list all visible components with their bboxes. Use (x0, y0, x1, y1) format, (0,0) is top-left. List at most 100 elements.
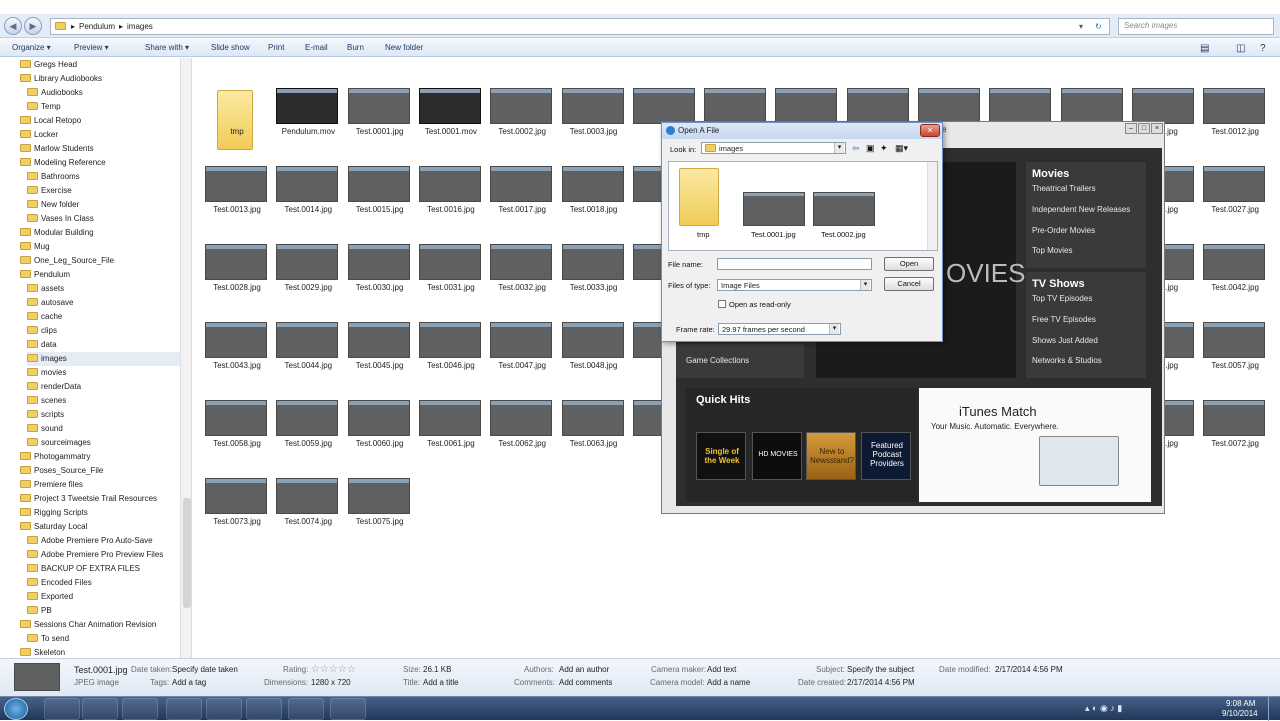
file-item[interactable]: Test.0016.jpg (416, 162, 486, 236)
authors-value[interactable]: Add an author (559, 665, 609, 674)
file-item[interactable]: Test.0014.jpg (273, 162, 343, 236)
clock-date[interactable]: 9/10/2014 (1222, 709, 1258, 718)
file-item[interactable]: Test.0062.jpg (487, 396, 557, 470)
date-taken-value[interactable]: Specify date taken (172, 665, 238, 674)
tree-item[interactable]: Marlow Students (20, 142, 180, 156)
movies-link[interactable]: Top Movies (1032, 246, 1072, 255)
file-item[interactable]: Test.0060.jpg (345, 396, 415, 470)
image-thumbnail[interactable] (743, 192, 805, 226)
file-item[interactable]: Test.0048.jpg (559, 318, 629, 392)
chrome-icon[interactable] (122, 698, 158, 720)
tree-item[interactable]: Adobe Premiere Pro Auto-Save (27, 534, 180, 548)
tree-item[interactable]: New folder (27, 198, 180, 212)
file-name-input[interactable] (717, 258, 872, 270)
tree-item[interactable]: Skeleton (20, 646, 180, 658)
up-folder-icon[interactable]: ▣ (866, 143, 875, 154)
ie-icon[interactable] (44, 698, 80, 720)
title-value[interactable]: Add a title (423, 678, 459, 687)
file-item[interactable]: Test.0028.jpg (202, 240, 272, 314)
tree-item[interactable]: Library Audiobooks (20, 72, 180, 86)
tree-item[interactable]: Modeling Reference (20, 156, 180, 170)
file-item[interactable]: Test.0012.jpg (1200, 84, 1270, 158)
tree-item[interactable]: To send (27, 632, 180, 646)
new-folder-icon[interactable]: ✦ (880, 143, 888, 154)
file-item[interactable]: Test.0002.jpg (487, 84, 557, 158)
tree-item[interactable]: Modular Building (20, 226, 180, 240)
explorer-icon[interactable] (288, 698, 324, 720)
snipping-tool-icon[interactable] (166, 698, 202, 720)
file-item[interactable]: Test.0031.jpg (416, 240, 486, 314)
tree-item[interactable]: Audiobooks (27, 86, 180, 100)
camera-maker-value[interactable]: Add text (707, 665, 736, 674)
slide-show-button[interactable]: Slide show (211, 43, 250, 52)
close-icon[interactable]: × (920, 124, 940, 137)
tree-item[interactable]: Exercise (27, 184, 180, 198)
game-collections-link[interactable]: Game Collections (686, 356, 749, 365)
tree-item[interactable]: Vases In Class (27, 212, 180, 226)
tree-item[interactable]: Encoded Files (27, 576, 180, 590)
quick-hit-podcasts[interactable]: Featured Podcast Providers (861, 432, 911, 480)
file-item[interactable]: Test.0074.jpg (273, 474, 343, 548)
file-item[interactable]: Test.0047.jpg (487, 318, 557, 392)
clock-time[interactable]: 9:08 AM (1226, 699, 1255, 708)
tree-item[interactable]: Premiere files (20, 478, 180, 492)
back-arrow-icon[interactable]: ◀ (4, 17, 22, 35)
file-item[interactable]: Test.0045.jpg (345, 318, 415, 392)
tree-item[interactable]: Project 3 Tweetsie Trail Resources (20, 492, 180, 506)
comments-value[interactable]: Add comments (559, 678, 612, 687)
start-button[interactable] (4, 698, 28, 720)
tree-item[interactable]: Local Retopo (20, 114, 180, 128)
file-item[interactable]: Test.0015.jpg (345, 162, 415, 236)
maya-icon[interactable] (246, 698, 282, 720)
files-of-type-select[interactable]: Image Files (717, 279, 872, 291)
file-item[interactable]: Test.0044.jpg (273, 318, 343, 392)
dialog-item-label[interactable]: tmp (697, 230, 710, 239)
view-menu-icon[interactable]: ▦▾ (895, 143, 908, 154)
file-item[interactable]: Pendulum.mov (273, 84, 343, 158)
breadcrumb-pendulum[interactable]: Pendulum (79, 22, 115, 31)
folder-icon[interactable] (679, 168, 719, 226)
file-item[interactable]: Test.0063.jpg (559, 396, 629, 470)
search-input[interactable]: Search images (1118, 18, 1274, 35)
back-icon[interactable]: ⇦ (852, 143, 860, 154)
tree-item[interactable]: One_Leg_Source_File (20, 254, 180, 268)
tree-item[interactable]: assets (27, 282, 180, 296)
print-button[interactable]: Print (268, 43, 284, 52)
tree-item[interactable]: Bathrooms (27, 170, 180, 184)
tree-item[interactable]: data (27, 338, 180, 352)
tree-scrollbar[interactable] (180, 58, 191, 658)
quick-hit-newsstand[interactable]: New to Newsstand? (806, 432, 856, 480)
read-only-checkbox[interactable] (718, 300, 726, 308)
tree-item[interactable]: Temp (27, 100, 180, 114)
tree-item[interactable]: sourceimages (27, 436, 180, 450)
movies-link[interactable]: Theatrical Trailers (1032, 184, 1096, 193)
file-item[interactable]: Test.0075.jpg (345, 474, 415, 548)
file-item[interactable]: Test.0046.jpg (416, 318, 486, 392)
tree-item[interactable]: Sessions Char Animation Revision (20, 618, 180, 632)
list-scrollbar[interactable] (927, 162, 937, 250)
refresh-icon[interactable]: ↻ (1095, 22, 1102, 31)
dialog-item-label[interactable]: Test.0002.jpg (821, 230, 866, 239)
show-desktop-button[interactable] (1268, 697, 1280, 721)
file-item[interactable]: Test.0061.jpg (416, 396, 486, 470)
file-item[interactable]: Test.0073.jpg (202, 474, 272, 548)
tree-item[interactable]: Gregs Head (20, 58, 180, 72)
scrollbar-thumb[interactable] (183, 498, 191, 608)
file-item[interactable]: Test.0003.jpg (559, 84, 629, 158)
image-thumbnail[interactable] (813, 192, 875, 226)
preview-button[interactable]: Preview ▾ (74, 43, 109, 52)
camera-model-value[interactable]: Add a name (707, 678, 750, 687)
file-item[interactable]: Test.0033.jpg (559, 240, 629, 314)
file-item[interactable]: Test.0032.jpg (487, 240, 557, 314)
frame-rate-select[interactable]: 29.97 frames per second (718, 323, 841, 335)
look-in-select[interactable]: images (701, 142, 846, 154)
file-item[interactable]: Test.0072.jpg (1200, 396, 1270, 470)
tree-item[interactable]: Rigging Scripts (20, 506, 180, 520)
file-item[interactable]: Test.0058.jpg (202, 396, 272, 470)
tree-item[interactable]: Locker (20, 128, 180, 142)
open-button[interactable]: Open (884, 257, 934, 271)
tree-item[interactable]: clips (27, 324, 180, 338)
file-item[interactable]: Test.0029.jpg (273, 240, 343, 314)
tree-item[interactable]: autosave (27, 296, 180, 310)
file-item[interactable]: Test.0013.jpg (202, 162, 272, 236)
